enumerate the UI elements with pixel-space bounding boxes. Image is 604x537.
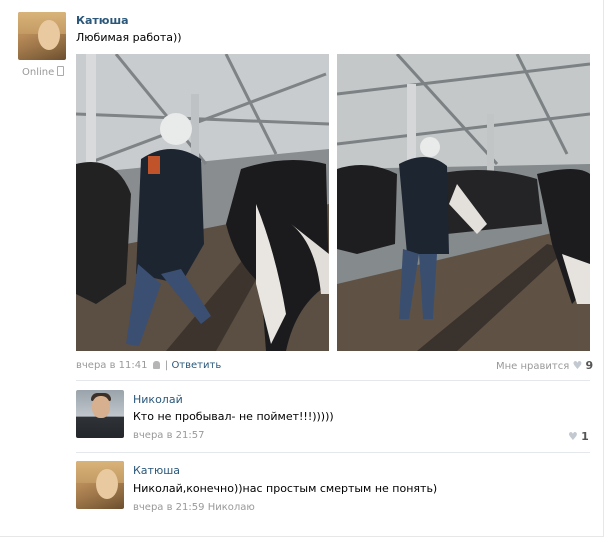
barn-photo-image-2 [337, 54, 590, 351]
comment-2-avatar[interactable] [76, 461, 124, 509]
post-photo-1[interactable] [76, 54, 329, 351]
like-label: Мне нравится [496, 361, 570, 372]
avatar-face [96, 469, 118, 499]
meta-separator: | [164, 360, 169, 371]
online-label: Online [22, 67, 55, 78]
comment-1-text: Кто не пробывал- не поймет!!!))))) [133, 410, 334, 423]
avatar-face [92, 396, 110, 418]
comments-divider [76, 380, 590, 381]
comment-1-like-button[interactable]: ♥ 1 [568, 430, 589, 443]
avatar-face [38, 20, 60, 50]
heart-icon: ♥ [568, 430, 578, 443]
android-icon [152, 361, 160, 369]
post-photo-2[interactable] [337, 54, 590, 351]
post-time[interactable]: вчера в 11:41 [76, 360, 148, 371]
comment-1-like-count: 1 [581, 430, 589, 443]
comment-1-time[interactable]: вчера в 21:57 [133, 430, 205, 441]
reply-link[interactable]: Ответить [171, 360, 221, 371]
barn-photo-image [76, 54, 329, 351]
online-status: Online [22, 66, 65, 78]
author-avatar[interactable] [18, 12, 66, 60]
comment-2-meta: вчера в 21:59 Николаю [133, 502, 255, 513]
comment-2-author[interactable]: Катюша [133, 464, 180, 477]
comment-1-author[interactable]: Николай [133, 393, 183, 406]
comment-2-text: Николай,конечно))нас простым смертым не … [133, 482, 438, 495]
comment-1-avatar[interactable] [76, 390, 124, 438]
comment-2-time[interactable]: вчера в 21:59 [133, 502, 205, 513]
wall-post-frame: Online Катюша Любимая работа)) вчера в 1… [0, 0, 604, 537]
post-author-name[interactable]: Катюша [76, 14, 129, 27]
post-like-button[interactable]: Мне нравится ♥ 9 [496, 359, 593, 372]
like-count: 9 [585, 359, 594, 372]
post-meta: вчера в 11:41 | Ответить [76, 360, 221, 371]
comment-2-reply-to[interactable]: Николаю [208, 502, 255, 513]
post-text: Любимая работа)) [76, 31, 182, 44]
heart-icon: ♥ [572, 359, 583, 372]
comment-divider [76, 452, 590, 453]
mobile-phone-icon [57, 66, 65, 76]
